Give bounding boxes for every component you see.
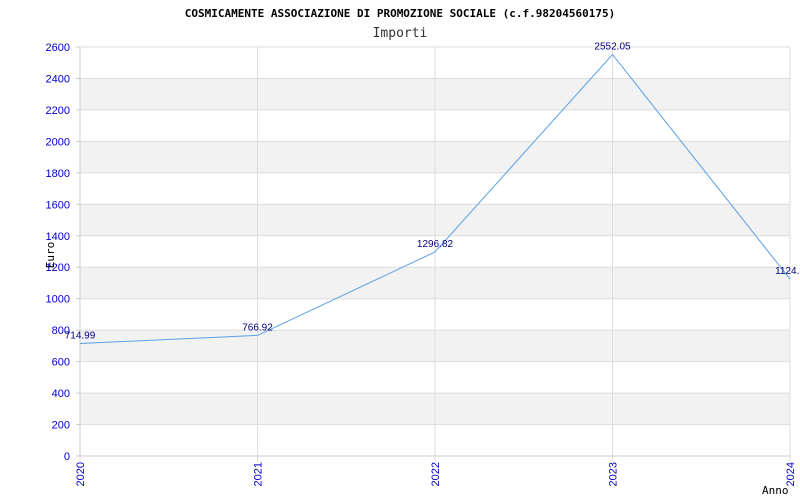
- x-tick-label: 2020: [75, 462, 87, 486]
- y-tick-label: 1600: [46, 199, 70, 211]
- line-chart: COSMICAMENTE ASSOCIAZIONE DI PROMOZIONE …: [44, 7, 800, 497]
- chart-title: COSMICAMENTE ASSOCIAZIONE DI PROMOZIONE …: [185, 7, 615, 20]
- x-tick-label: 2024: [785, 462, 797, 486]
- x-axis-label: Anno: [762, 484, 789, 497]
- data-label: 766.92: [242, 322, 273, 333]
- y-tick-label: 0: [64, 451, 70, 463]
- y-tick-label: 2400: [46, 73, 70, 85]
- data-label: 1124.8: [775, 266, 800, 277]
- x-tick-label: 2021: [253, 462, 265, 486]
- x-tick-label: 2023: [608, 462, 620, 486]
- x-tick-labels: 2020 2021 2022 2023 2024: [75, 462, 797, 486]
- data-label: 2552.05: [594, 42, 631, 53]
- y-tick-label: 2200: [46, 105, 70, 117]
- y-tick-label: 1000: [46, 294, 70, 306]
- y-tick-label: 1800: [46, 168, 70, 180]
- data-label: 1296.82: [417, 239, 454, 250]
- y-tick-label: 600: [52, 357, 70, 369]
- chart-subtitle: Importi: [373, 26, 428, 41]
- y-tick-label: 2600: [46, 42, 70, 54]
- y-axis-label: Euro: [44, 242, 57, 269]
- data-label: 714.99: [65, 331, 96, 342]
- x-tick-label: 2022: [430, 462, 442, 486]
- y-tick-label: 2000: [46, 136, 70, 148]
- y-tick-label: 200: [52, 420, 70, 432]
- y-tick-label: 400: [52, 388, 70, 400]
- y-tick-label: 1400: [46, 231, 70, 243]
